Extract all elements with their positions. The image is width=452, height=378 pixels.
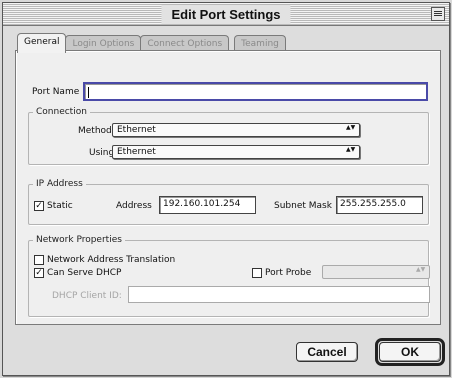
static-checkbox[interactable]: ✓	[34, 201, 44, 211]
tab-bar: General Login Options Connect Options Te…	[17, 33, 286, 53]
using-popup[interactable]: Ethernet ▲▼	[112, 145, 360, 159]
nat-checkbox[interactable]	[34, 255, 44, 265]
subnet-mask-value: 255.255.255.0	[340, 199, 406, 209]
port-probe-label: Port Probe	[265, 268, 312, 278]
address-label: Address	[116, 201, 152, 211]
static-label: Static	[47, 201, 73, 211]
network-properties-legend: Network Properties	[36, 235, 122, 245]
port-probe-popup[interactable]: ▲▼	[322, 265, 430, 279]
collapse-box-icon[interactable]	[431, 7, 445, 21]
can-serve-dhcp-label: Can Serve DHCP	[47, 268, 122, 278]
subnet-mask-label: Subnet Mask	[274, 201, 332, 211]
popup-arrows-icon: ▲▼	[416, 266, 426, 273]
edit-port-settings-window: Edit Port Settings General Login Options…	[2, 2, 450, 376]
method-label: Method	[78, 126, 112, 136]
dhcp-client-id-label: DHCP Client ID:	[52, 291, 122, 301]
method-value: Ethernet	[117, 125, 156, 135]
using-value: Ethernet	[117, 147, 156, 157]
address-value: 192.160.101.254	[163, 199, 241, 209]
popup-arrows-icon: ▲▼	[346, 124, 356, 131]
connection-legend: Connection	[36, 107, 87, 117]
window-title: Edit Port Settings	[161, 5, 291, 24]
can-serve-dhcp-checkbox[interactable]: ✓	[34, 268, 44, 278]
cancel-button[interactable]: Cancel	[296, 342, 358, 362]
port-probe-checkbox[interactable]	[252, 268, 262, 278]
port-name-input[interactable]	[83, 82, 428, 101]
title-bar[interactable]: Edit Port Settings	[3, 3, 449, 26]
text-caret	[88, 87, 89, 98]
subnet-mask-input[interactable]: 255.255.255.0	[336, 196, 423, 214]
popup-arrows-icon: ▲▼	[346, 146, 356, 153]
ok-button[interactable]: OK	[379, 342, 441, 362]
nat-label: Network Address Translation	[47, 255, 176, 265]
dhcp-client-id-input[interactable]	[128, 286, 430, 303]
general-panel: Port Name Connection Method Ethernet ▲▼ …	[15, 50, 441, 325]
address-input[interactable]: 192.160.101.254	[159, 196, 256, 214]
port-name-label: Port Name	[32, 87, 80, 97]
ip-address-legend: IP Address	[36, 179, 83, 189]
method-popup[interactable]: Ethernet ▲▼	[112, 123, 360, 137]
tab-general[interactable]: General	[17, 33, 67, 53]
using-label: Using	[89, 148, 115, 158]
